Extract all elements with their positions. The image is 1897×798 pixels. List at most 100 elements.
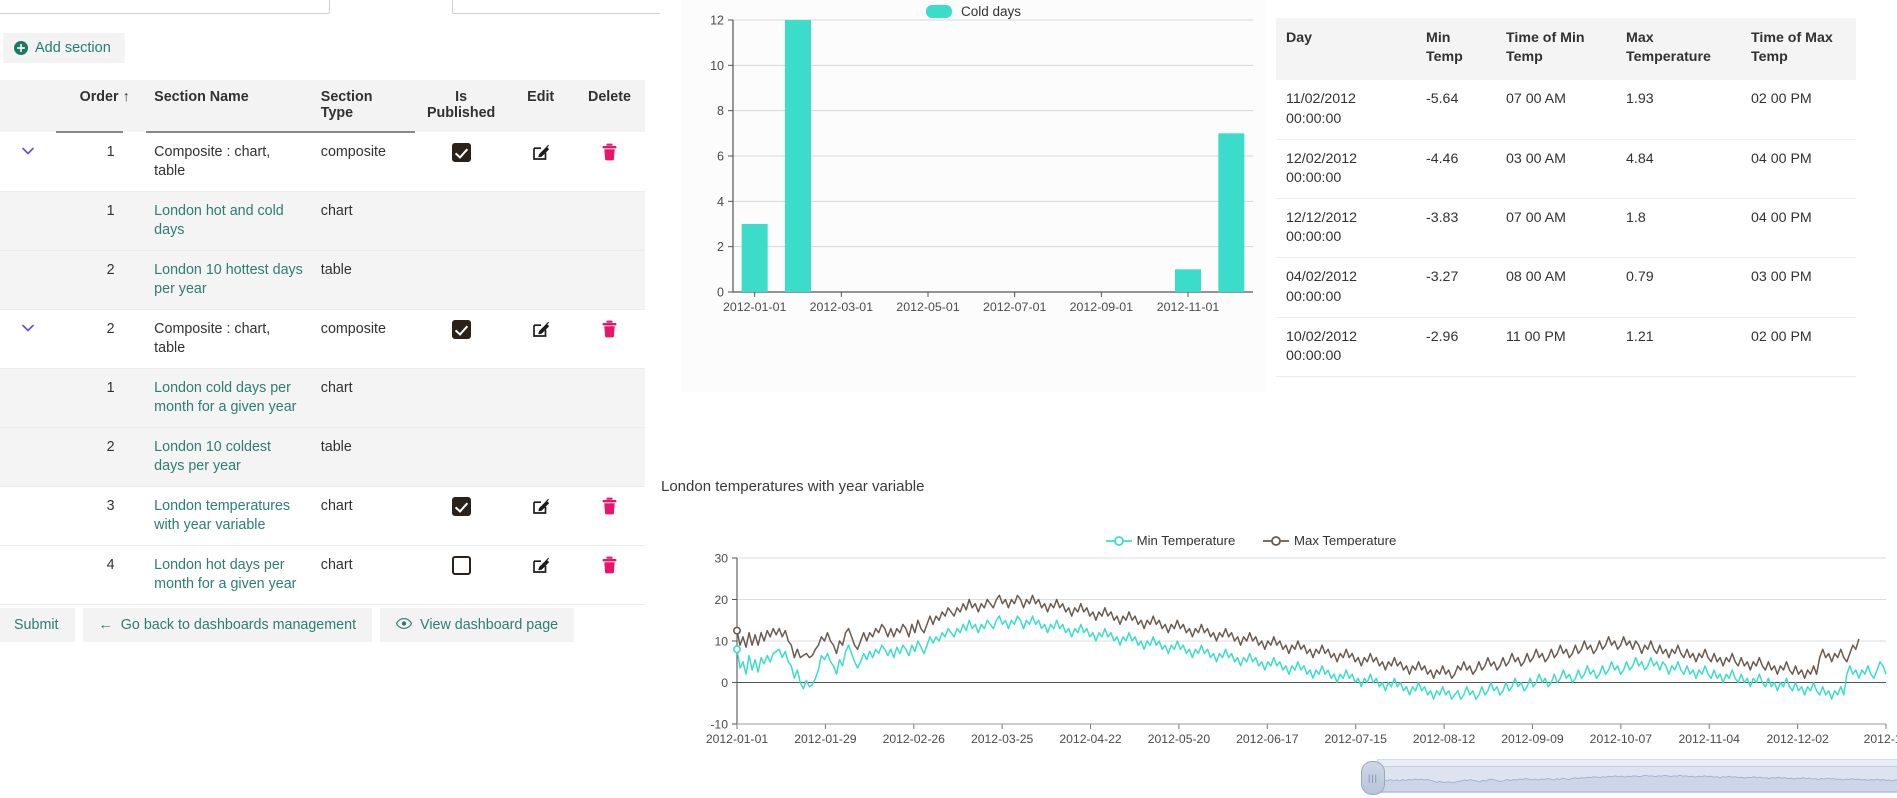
sections-management-panel: Add section Order ↑ Section Name Section…	[0, 0, 660, 798]
bar-ytick: 2	[717, 240, 724, 254]
edit-button[interactable]	[532, 556, 550, 574]
section-name-link[interactable]: London cold days per month for a given y…	[154, 380, 296, 415]
data-cell-3: 0.79	[1616, 257, 1741, 318]
row-expander-placeholder	[0, 250, 56, 310]
scrollbar-track[interactable]	[1377, 766, 1897, 793]
cell-is-published	[414, 191, 508, 251]
row-expander-placeholder	[0, 191, 56, 251]
data-cell-2: 08 00 AM	[1496, 257, 1616, 318]
header-section-type[interactable]: Section Type	[312, 80, 415, 133]
cell-section-type: table	[312, 250, 415, 310]
cell-order: 1	[55, 191, 123, 251]
section-name-link[interactable]: London temperatures with year variable	[154, 498, 290, 533]
is-published-checkbox-checked[interactable]	[451, 320, 471, 339]
is-published-checkbox-checked[interactable]	[451, 497, 471, 516]
cell-section-name: Composite : chart, table	[146, 309, 313, 369]
line-chart-svg: -10 0 10 20 30 2012-01-01 2012-01-29 2012-02-26…	[681, 546, 1897, 766]
trash-icon	[601, 320, 618, 341]
chevron-down-icon[interactable]	[20, 320, 36, 336]
app-root: Add section Order ↑ Section Name Section…	[0, 0, 1897, 798]
cell-is-published	[414, 132, 508, 192]
chevron-down-icon[interactable]	[20, 143, 36, 159]
cell-order-spacer	[122, 309, 147, 369]
data-table-head: Day Min Temp Time of Min Temp Max Temperatu…	[1276, 18, 1856, 81]
edit-button[interactable]	[532, 497, 550, 515]
sections-table: Order ↑ Section Name Section Type Is Pub…	[0, 80, 645, 605]
is-published-checkbox-unchecked[interactable]	[451, 556, 471, 575]
header-section-name[interactable]: Section Name	[146, 80, 313, 133]
sections-table-head: Order ↑ Section Name Section Type Is Pub…	[0, 80, 645, 133]
header-expander	[0, 80, 56, 132]
line-xtick: 2012-01-01	[706, 732, 769, 746]
data-cell-4: 03 00 PM	[1741, 257, 1856, 318]
data-table-header-1[interactable]: Min Temp	[1416, 18, 1496, 81]
sections-header-row: Order ↑ Section Name Section Type Is Pub…	[0, 80, 645, 133]
london-temperatures-line-chart: Min Temperature Max Temperature -10 0 10 20…	[681, 508, 1897, 766]
edit-button[interactable]	[532, 143, 550, 161]
data-cell-2: 11 00 PM	[1496, 317, 1616, 378]
section-name-link[interactable]: London 10 coldest days per year	[154, 439, 271, 474]
legend-label-cold-days[interactable]: Cold days	[961, 4, 1021, 19]
cell-delete	[574, 368, 645, 428]
scrollbar-handle-left[interactable]: |||	[1361, 761, 1385, 795]
line-marker	[732, 626, 741, 635]
data-cell-0: 12/02/2012 00:00:00	[1276, 139, 1416, 200]
scrollbar-minimap	[1377, 774, 1897, 793]
data-table-header-4[interactable]: Time of Max Temp	[1741, 18, 1856, 81]
data-cell-2: 03 00 AM	[1496, 139, 1616, 200]
table-row: 12/12/2012 00:00:00 -3.83 07 00 AM 1.8 04 00…	[1276, 198, 1856, 259]
bar-ytick: 0	[717, 286, 724, 300]
line-xtick: 2012-07-15	[1325, 732, 1388, 746]
data-cell-2: 07 00 AM	[1496, 80, 1616, 140]
bar[interactable]	[741, 224, 768, 292]
form-field-top-right[interactable]	[452, 0, 660, 14]
sort-ascending-icon[interactable]: ↑	[122, 80, 147, 132]
go-back-button[interactable]: ← Go back to dashboards management	[82, 608, 373, 642]
delete-button[interactable]	[601, 497, 618, 515]
line-xtick: 2012-06-17	[1236, 732, 1299, 746]
bar[interactable]	[1218, 133, 1245, 292]
data-cell-1: -3.83	[1416, 198, 1496, 259]
cell-edit	[507, 486, 574, 546]
bar-ytick: 4	[717, 195, 724, 209]
section-name-link[interactable]: London hot days per month for a given ye…	[154, 557, 296, 592]
edit-pencil-icon	[532, 557, 550, 577]
cell-section-name[interactable]: London 10 coldest days per year	[146, 427, 313, 487]
cell-section-name[interactable]: London cold days per month for a given y…	[146, 368, 313, 428]
data-table-header-3[interactable]: Max Temperature	[1616, 18, 1741, 81]
chart-range-scrollbar[interactable]: ||| ||| |||	[1361, 759, 1897, 795]
delete-button[interactable]	[601, 143, 618, 161]
delete-button[interactable]	[601, 556, 618, 574]
row-expander-toggle[interactable]	[0, 309, 56, 369]
header-order[interactable]: Order	[55, 80, 123, 133]
add-section-button[interactable]: Add section	[3, 33, 125, 63]
trash-icon	[601, 497, 618, 518]
line-xtick: 2012-02-26	[883, 732, 946, 746]
data-cell-3: 4.84	[1616, 139, 1741, 200]
cell-order-spacer	[122, 132, 147, 192]
form-field-top-left[interactable]	[0, 0, 330, 14]
edit-button[interactable]	[532, 320, 550, 338]
data-table-header-2[interactable]: Time of Min Temp	[1496, 18, 1616, 81]
view-dashboard-button[interactable]: View dashboard page	[380, 608, 575, 642]
cell-order: 2	[55, 309, 123, 369]
section-name-link[interactable]: London 10 hottest days per year	[154, 262, 303, 297]
cell-edit	[507, 545, 574, 605]
cell-section-name[interactable]: London temperatures with year variable	[146, 486, 313, 546]
cell-section-name[interactable]: London 10 hottest days per year	[146, 250, 313, 310]
submit-button[interactable]: Submit	[0, 608, 75, 642]
bar[interactable]	[785, 20, 811, 292]
cell-edit	[507, 250, 574, 310]
go-back-label: Go back to dashboards management	[120, 617, 357, 633]
row-expander-toggle[interactable]	[0, 132, 56, 192]
section-name-link[interactable]: London hot and cold days	[154, 203, 284, 238]
cell-order-spacer	[122, 545, 147, 605]
is-published-checkbox-checked[interactable]	[451, 143, 471, 162]
delete-button[interactable]	[601, 320, 618, 338]
data-table-header-0[interactable]: Day	[1276, 18, 1416, 81]
cell-section-name[interactable]: London hot and cold days	[146, 191, 313, 251]
cell-section-name[interactable]: London hot days per month for a given ye…	[146, 545, 313, 605]
form-actions: Submit ← Go back to dashboards managemen…	[0, 608, 575, 642]
bar[interactable]	[1175, 269, 1201, 292]
header-is-published[interactable]: Is Published	[414, 80, 508, 132]
